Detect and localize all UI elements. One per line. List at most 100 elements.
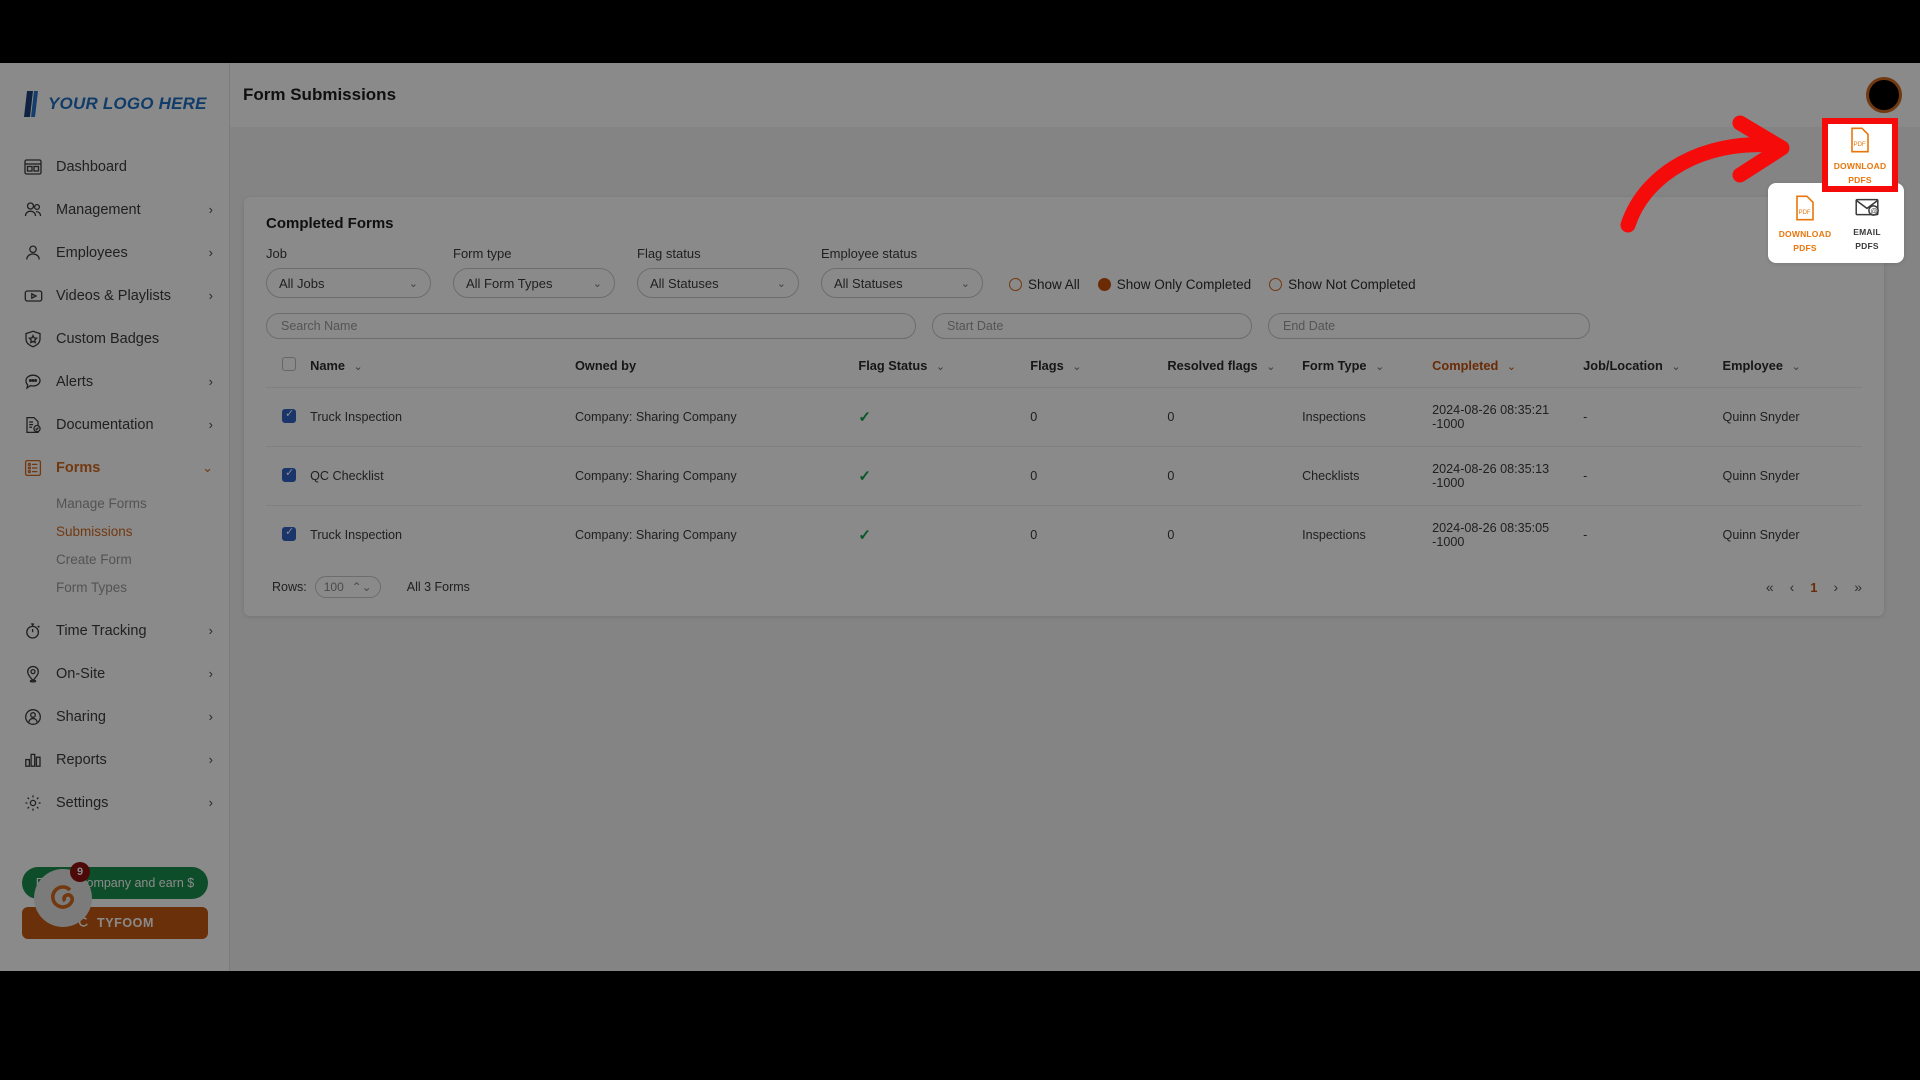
next-page-button[interactable]: ›: [1834, 579, 1839, 595]
filter-label: Employee status: [821, 246, 918, 261]
table-row[interactable]: Truck Inspection Company: Sharing Compan…: [266, 505, 1862, 565]
tyfoom-label: TYFOOM: [96, 916, 155, 930]
form-type-select[interactable]: All Form Types ⌄: [453, 268, 615, 298]
column-header-name[interactable]: Name ⌄: [310, 357, 575, 388]
sidebar-item-dashboard[interactable]: Dashboard: [0, 145, 229, 188]
chevron-down-icon: ⌄: [1072, 361, 1082, 373]
sidebar-item-reports[interactable]: Reports ›: [0, 738, 229, 781]
table-row[interactable]: Truck Inspection Company: Sharing Compan…: [266, 387, 1862, 447]
chevron-right-icon: ›: [208, 795, 213, 810]
download-pdfs-button-highlighted[interactable]: PDF DOWNLOAD PDFS: [1829, 121, 1891, 189]
select-all-checkbox[interactable]: [282, 357, 296, 371]
cell-resolved-flags: 0: [1167, 410, 1175, 424]
cell-completed: 2024-08-26 08:35:05 -1000: [1432, 521, 1550, 549]
svg-text:PDF: PDF: [1854, 142, 1866, 148]
column-header-flag-status[interactable]: Flag Status ⌄: [858, 357, 1030, 388]
prev-page-button[interactable]: ‹: [1790, 579, 1795, 595]
table-row[interactable]: QC Checklist Company: Sharing Company ✓ …: [266, 446, 1862, 506]
page-number-1[interactable]: 1: [1810, 580, 1817, 595]
table-body: Truck Inspection Company: Sharing Compan…: [266, 387, 1862, 565]
column-header-form-type[interactable]: Form Type ⌄: [1302, 357, 1432, 388]
column-header-employee[interactable]: Employee ⌄: [1723, 357, 1862, 388]
column-header-owned-by[interactable]: Owned by: [575, 357, 858, 388]
document-icon: [22, 414, 44, 436]
cell-flags: 0: [1030, 410, 1038, 424]
download-pdfs-highlight[interactable]: PDF DOWNLOAD PDFS: [1822, 118, 1898, 192]
cell-flag-status: ✓: [858, 447, 1030, 506]
sidebar-item-on-site[interactable]: On-Site ›: [0, 652, 229, 695]
pin-icon: [22, 663, 44, 685]
sidebar-subitem-create-form[interactable]: Create Form: [0, 545, 229, 573]
sidebar-item-management[interactable]: Management ›: [0, 188, 229, 231]
sidebar-item-label: Videos & Playlists: [56, 287, 171, 304]
end-date-input[interactable]: End Date: [1268, 313, 1590, 339]
start-date-input[interactable]: Start Date: [932, 313, 1252, 339]
sidebar-item-label: Time Tracking: [56, 622, 147, 639]
row-checkbox[interactable]: [282, 525, 296, 541]
flag-status-select[interactable]: All Statuses ⌄: [637, 268, 799, 298]
dashboard-icon: [22, 156, 44, 178]
cell-job-location: -: [1583, 528, 1588, 542]
first-page-button[interactable]: «: [1766, 579, 1774, 595]
radio-show-only-completed[interactable]: Show Only Completed: [1097, 277, 1251, 292]
submissions-table: Name ⌄ Owned by Flag Status ⌄ Flags ⌄ Re…: [266, 357, 1862, 564]
sidebar-item-employees[interactable]: Employees ›: [0, 231, 229, 274]
sidebar-subitem-manage-forms[interactable]: Manage Forms: [0, 489, 229, 517]
sidebar-item-label: Settings: [56, 794, 109, 811]
start-date-placeholder: Start Date: [947, 319, 1004, 333]
chevron-down-icon: ⌄: [776, 277, 786, 290]
column-header-resolved-flags[interactable]: Resolved flags ⌄: [1167, 357, 1302, 388]
sidebar-item-documentation[interactable]: Documentation ›: [0, 403, 229, 446]
avatar[interactable]: [1866, 77, 1902, 113]
row-select-cell[interactable]: [266, 506, 310, 565]
rows-per-page-stepper[interactable]: 100 ⌃⌄: [314, 576, 381, 598]
table-header-row: Name ⌄ Owned by Flag Status ⌄ Flags ⌄ Re…: [266, 357, 1862, 388]
search-row: Search Name Start Date End Date: [266, 313, 1862, 339]
app-logo[interactable]: YOUR LOGO HERE: [0, 63, 229, 119]
sidebar-item-sharing[interactable]: Sharing ›: [0, 695, 229, 738]
cell-resolved-flags: 0: [1167, 469, 1175, 483]
row-select-cell[interactable]: [266, 388, 310, 447]
chevron-right-icon: ›: [208, 666, 213, 681]
check-icon: ✓: [858, 527, 871, 544]
column-header-job-location[interactable]: Job/Location ⌄: [1583, 357, 1722, 388]
chevron-down-icon: ⌄: [1671, 361, 1681, 373]
radio-show-not-completed[interactable]: Show Not Completed: [1269, 277, 1416, 292]
chevron-down-icon: ⌄: [408, 277, 418, 290]
radio-show-all[interactable]: Show All: [1009, 277, 1080, 292]
column-header-completed[interactable]: Completed ⌄: [1432, 357, 1583, 388]
alert-bubble-icon: [22, 371, 44, 393]
sidebar-subitem-submissions[interactable]: Submissions: [0, 517, 229, 545]
chevron-right-icon: ›: [208, 288, 213, 303]
cell-form-type: Inspections: [1302, 528, 1366, 542]
search-input[interactable]: Search Name: [266, 313, 916, 339]
last-page-button[interactable]: »: [1854, 579, 1862, 595]
employee-status-select[interactable]: All Statuses ⌄: [821, 268, 983, 298]
notification-badge: 9: [70, 862, 90, 882]
chevron-down-icon: ⌄: [1266, 361, 1276, 373]
sidebar-item-forms[interactable]: Forms ⌄: [0, 446, 229, 489]
chevron-right-icon: ›: [208, 709, 213, 724]
sidebar-item-alerts[interactable]: Alerts ›: [0, 360, 229, 403]
chevron-down-icon: ⌄: [592, 277, 602, 290]
rows-label: Rows:: [272, 580, 307, 594]
row-checkbox[interactable]: [282, 407, 296, 423]
column-label: Flag Status: [858, 358, 928, 373]
sidebar-item-time-tracking[interactable]: Time Tracking ›: [0, 609, 229, 652]
column-label: Resolved flags: [1167, 358, 1258, 373]
form-type-select-value: All Form Types: [466, 275, 553, 291]
row-select-cell[interactable]: [266, 447, 310, 506]
sidebar-item-settings[interactable]: Settings ›: [0, 781, 229, 824]
column-header-flags[interactable]: Flags ⌄: [1030, 357, 1167, 388]
red-curved-arrow: [1620, 115, 1820, 240]
cell-job-location: -: [1583, 410, 1588, 424]
sidebar-item-label: Employees: [56, 244, 128, 261]
cell-job-location: -: [1583, 469, 1588, 483]
sidebar-item-videos-playlists[interactable]: Videos & Playlists ›: [0, 274, 229, 317]
sidebar-item-custom-badges[interactable]: Custom Badges: [0, 317, 229, 360]
row-checkbox[interactable]: [282, 466, 296, 482]
sidebar-subitem-form-types[interactable]: Form Types: [0, 573, 229, 601]
select-all-header[interactable]: [266, 357, 310, 388]
job-select[interactable]: All Jobs ⌄: [266, 268, 431, 298]
email-pdfs-button[interactable]: @ EMAIL PDFS: [1836, 191, 1898, 255]
